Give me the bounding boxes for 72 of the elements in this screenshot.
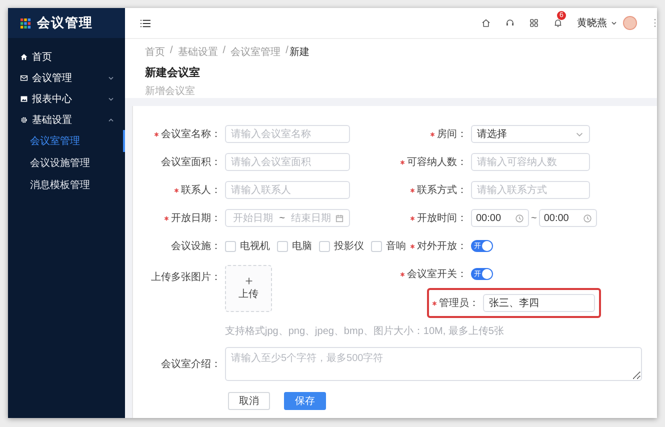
field-label: 会议室名称： xyxy=(161,128,221,141)
checkbox[interactable] xyxy=(319,240,330,252)
field-label: 管理员： xyxy=(439,297,479,310)
time-field[interactable]: 00:00 xyxy=(538,209,597,227)
chevron-down-icon[interactable] xyxy=(610,19,618,27)
page-subtitle: 新增会议室 xyxy=(145,84,196,98)
breadcrumb-separator: / xyxy=(170,45,173,58)
cancel-button[interactable]: 取消 xyxy=(228,392,270,410)
grid-logo-icon xyxy=(20,18,31,28)
field-label: 会议室介绍： xyxy=(161,358,221,371)
upload-button[interactable]: 上传 xyxy=(225,265,272,312)
input-field[interactable]: 请输入会议室名称 xyxy=(225,125,350,143)
checkbox-label: 电视机 xyxy=(240,240,270,253)
clock-icon xyxy=(515,214,524,222)
checkbox[interactable] xyxy=(225,240,236,252)
grid-icon[interactable] xyxy=(529,18,539,28)
save-button[interactable]: 保存 xyxy=(284,392,326,410)
field-label: 会议室面积： xyxy=(161,156,221,169)
page-title: 新建会议室 xyxy=(145,66,201,80)
checkbox-label: 音响 xyxy=(386,240,406,253)
field-label: 开放日期： xyxy=(171,212,221,225)
checkbox-label: 投影仪 xyxy=(334,240,364,253)
sidebar-item[interactable]: 会议管理 xyxy=(8,67,125,88)
checkbox[interactable] xyxy=(277,240,288,252)
input-field[interactable]: 请输入联系人 xyxy=(225,181,350,199)
field-label: 房间： xyxy=(437,128,467,141)
picture-icon xyxy=(20,94,28,102)
field-label: 开放时间： xyxy=(417,212,467,225)
field-label: 会议设施： xyxy=(171,240,221,253)
start-date-input[interactable]: 开始日期 xyxy=(231,212,276,224)
sidebar-item[interactable]: 首页 xyxy=(8,46,125,67)
input-field[interactable]: 请输入会议室面积 xyxy=(225,153,350,171)
sidebar-subitem[interactable]: 消息模板管理 xyxy=(8,174,125,196)
menu-icon[interactable] xyxy=(140,18,151,28)
clock-icon xyxy=(582,214,592,222)
breadcrumb-separator: / xyxy=(222,45,226,58)
envelope-icon xyxy=(20,74,28,82)
input-field[interactable]: 请输入可容纳人数 xyxy=(471,153,590,171)
calendar-icon xyxy=(335,214,344,222)
breadcrumb-separator: / xyxy=(286,45,288,58)
range-separator: ~ xyxy=(531,212,537,224)
input-field[interactable]: 请输入联系方式 xyxy=(471,181,590,199)
end-date-input[interactable]: 结束日期 xyxy=(288,212,333,224)
sidebar-item[interactable]: 基础设置 xyxy=(8,109,125,130)
sidebar-item[interactable]: 报表中心 xyxy=(8,88,125,109)
breadcrumb-link[interactable]: 新建 xyxy=(289,45,310,59)
field-label: 可容纳人数： xyxy=(407,156,467,169)
settings-icon xyxy=(20,116,28,124)
plus-icon xyxy=(244,276,252,284)
description-textarea[interactable]: 请输入至少5个字符，最多500字符 xyxy=(225,347,642,381)
app-title: 会议管理 xyxy=(37,14,93,32)
more-icon[interactable] xyxy=(653,18,657,28)
date-range-field[interactable]: 开始日期 ~ 结束日期 xyxy=(225,209,350,227)
select-field[interactable]: 请选择 xyxy=(471,125,590,143)
field-label: 上传多张图片： xyxy=(151,270,221,284)
field-label: 对外开放： xyxy=(417,240,467,253)
field-label: 会议室开关： xyxy=(407,268,467,281)
home-icon[interactable] xyxy=(481,18,491,28)
checkbox-label: 电脑 xyxy=(292,240,312,253)
bell-icon[interactable] xyxy=(553,18,563,28)
headset-icon[interactable] xyxy=(505,18,515,28)
range-separator: ~ xyxy=(279,212,285,224)
time-field[interactable]: 00:00 xyxy=(471,209,529,227)
field-label: 联系方式： xyxy=(417,184,467,197)
home-icon xyxy=(20,52,28,60)
checkbox[interactable] xyxy=(371,240,382,252)
user-name[interactable]: 黄晓燕 xyxy=(577,16,607,30)
input-field[interactable]: 张三、李四 xyxy=(483,294,595,312)
sidebar-subitem[interactable]: 会议室管理 xyxy=(8,130,125,152)
sidebar-subitem[interactable]: 会议设施管理 xyxy=(8,152,125,174)
field-label: 联系人： xyxy=(181,184,221,197)
upload-hint: 支持格式jpg、png、jpeg、bmp、图片大小：10M, 最多上传5张 xyxy=(225,324,504,338)
